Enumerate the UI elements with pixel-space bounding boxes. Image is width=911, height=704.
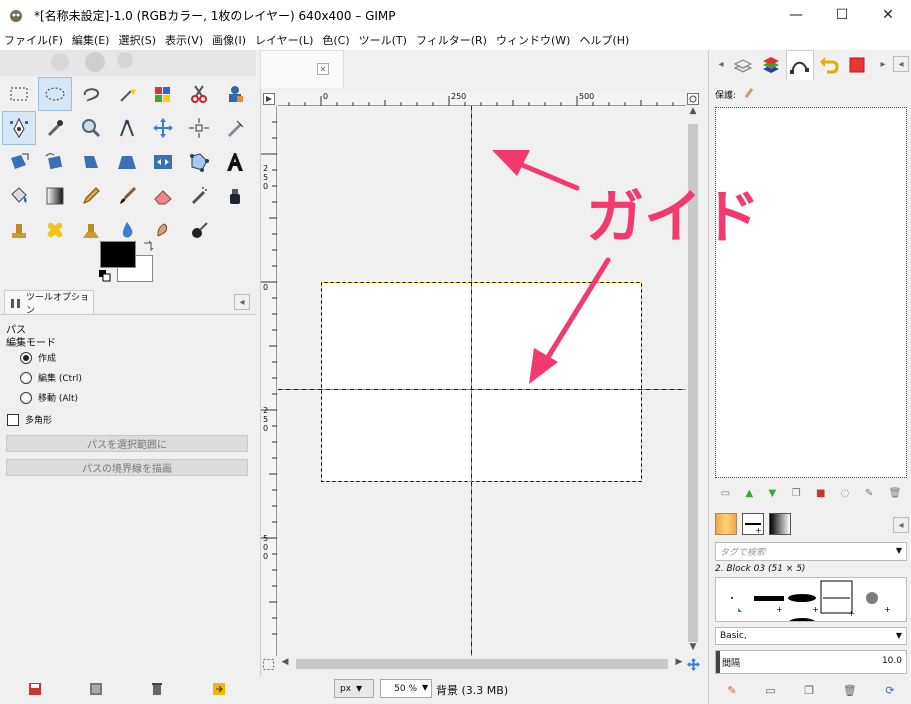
guide-annotation-label: ガイド: [586, 183, 761, 251]
annotation-arrows: [492, 150, 611, 384]
arrow-head-bottom: [529, 348, 558, 384]
arrow-head-top: [492, 150, 530, 176]
